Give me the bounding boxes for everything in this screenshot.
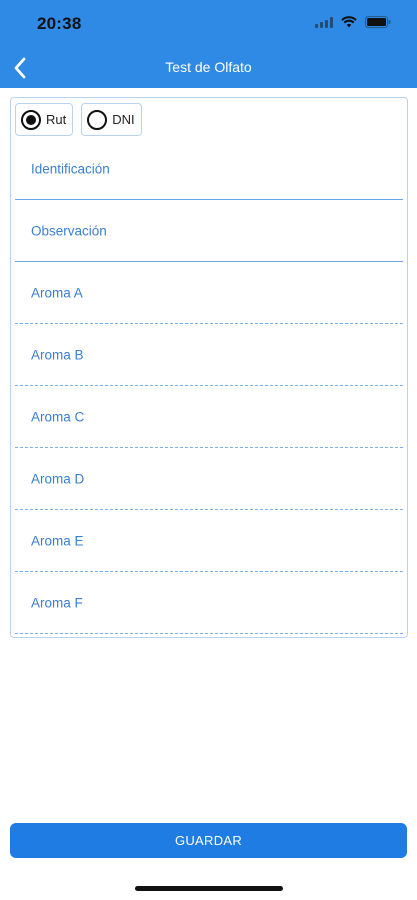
battery-icon	[365, 16, 391, 28]
aroma-d-field[interactable]: Aroma D	[15, 448, 403, 510]
radio-dni-label: DNI	[112, 112, 135, 127]
home-indicator	[135, 886, 283, 891]
field-label: Aroma C	[31, 409, 85, 424]
observation-field[interactable]: Observación	[15, 200, 403, 262]
radio-unselected-icon	[87, 109, 108, 130]
aroma-f-field[interactable]: Aroma F	[15, 572, 403, 634]
radio-rut[interactable]: Rut	[15, 103, 74, 136]
id-type-radio-group: Rut DNI	[15, 103, 142, 136]
field-label: Aroma E	[31, 533, 84, 548]
aroma-a-field[interactable]: Aroma A	[15, 262, 403, 324]
cellular-signal-icon	[315, 16, 333, 28]
field-label: Observación	[31, 223, 107, 238]
field-label: Aroma F	[31, 595, 83, 610]
field-label: Aroma A	[31, 285, 83, 300]
aroma-b-field[interactable]: Aroma B	[15, 324, 403, 386]
field-label: Identificación	[31, 161, 110, 176]
radio-dni[interactable]: DNI	[81, 103, 142, 136]
field-label: Aroma B	[31, 347, 84, 362]
radio-rut-label: Rut	[46, 112, 67, 127]
status-icons	[315, 16, 391, 28]
status-time: 20:38	[37, 14, 82, 33]
page-title: Test de Olfato	[165, 59, 252, 75]
field-label: Aroma D	[31, 471, 85, 486]
olfactory-test-form: Rut DNI Identificación Observación Aroma…	[10, 97, 408, 638]
wifi-icon	[341, 16, 357, 28]
radio-selected-icon	[21, 109, 41, 130]
identification-field[interactable]: Identificación	[15, 138, 403, 200]
save-button[interactable]: GUARDAR	[10, 823, 407, 858]
app-header: 20:38 Test de Olfato	[0, 0, 417, 88]
aroma-e-field[interactable]: Aroma E	[15, 510, 403, 572]
aroma-c-field[interactable]: Aroma C	[15, 386, 403, 448]
